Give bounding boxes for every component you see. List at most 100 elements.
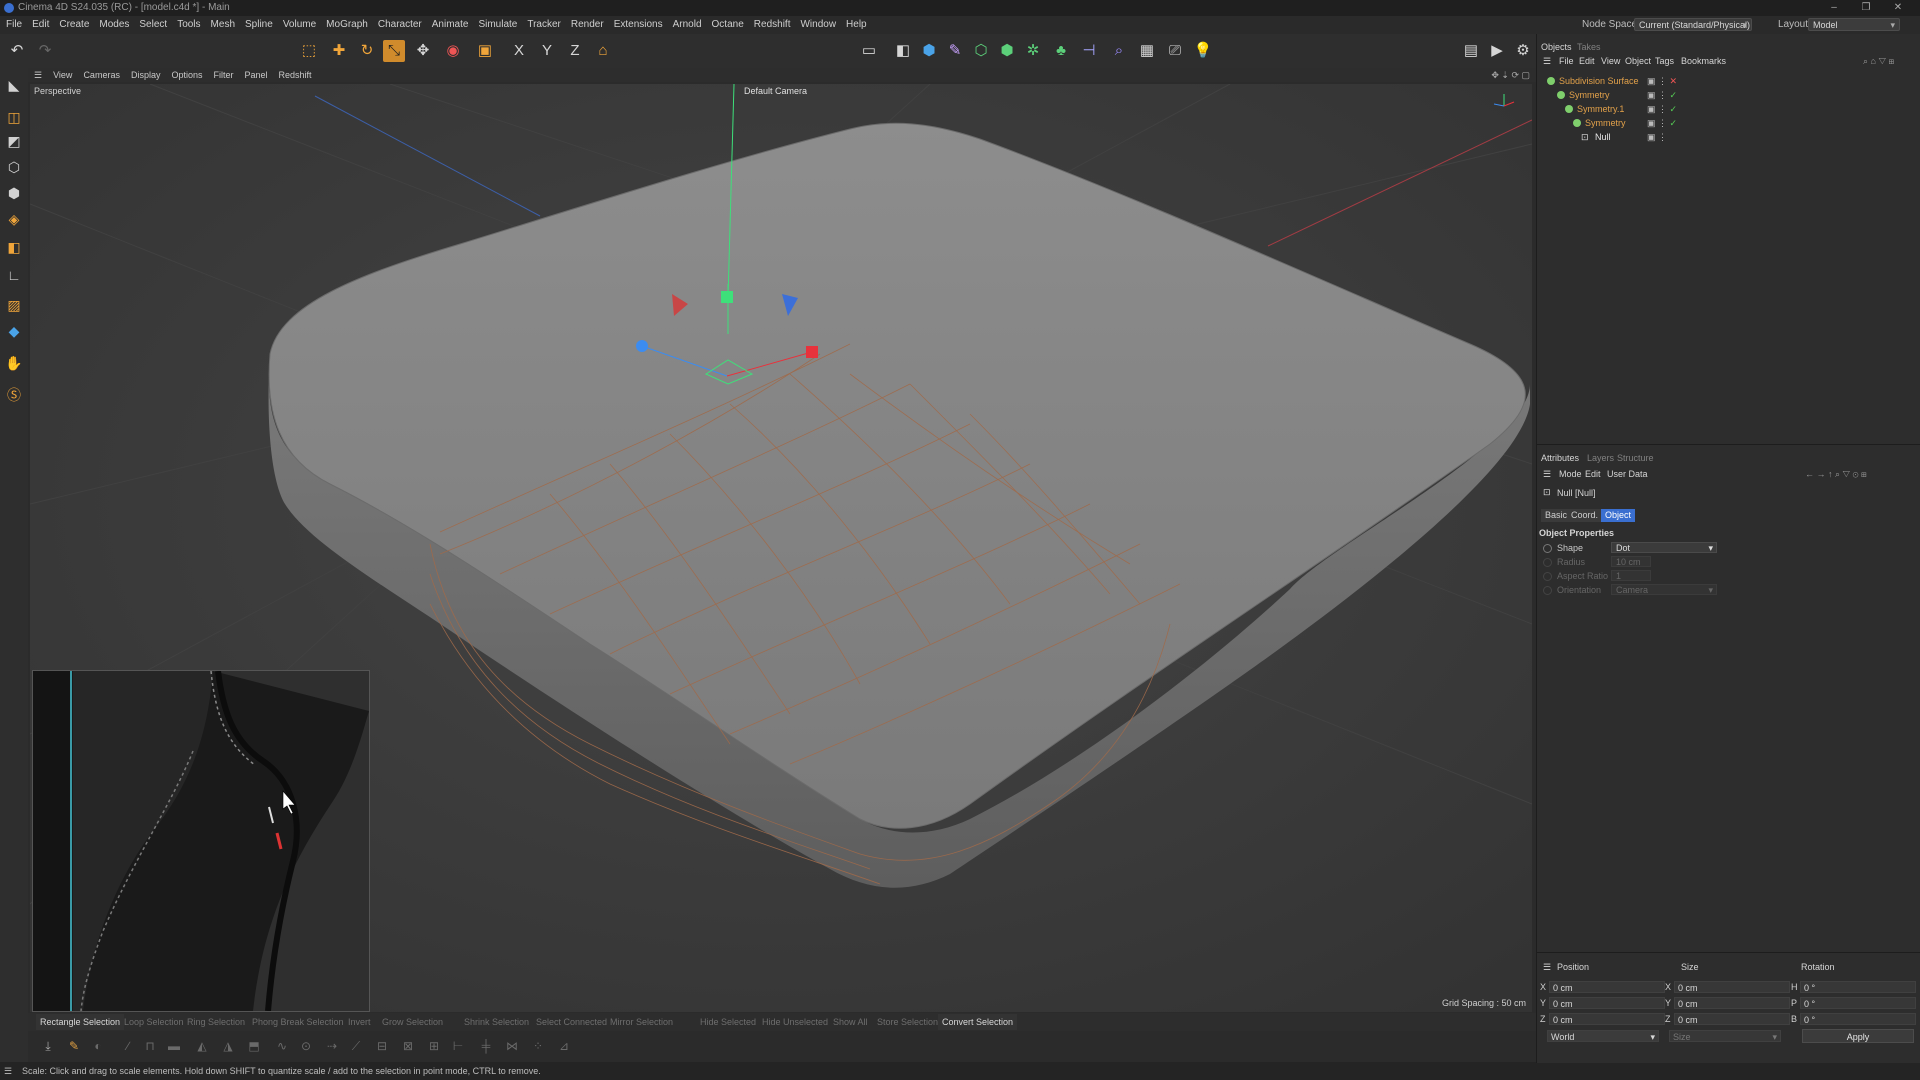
model-mode-icon[interactable]: ▣ xyxy=(474,40,496,62)
store-selection-button[interactable]: Store Selection xyxy=(873,1014,942,1030)
menu-octane[interactable]: Octane xyxy=(712,16,744,34)
object-name[interactable]: Null xyxy=(1595,130,1611,144)
attributes-menu-edit[interactable]: Edit xyxy=(1585,469,1601,479)
tool-bevel-icon[interactable]: ◭ xyxy=(192,1036,212,1056)
viewport-hamburger-icon[interactable]: ☰ xyxy=(34,68,42,82)
cube-icon[interactable]: ⬢ xyxy=(918,40,940,62)
menu-file[interactable]: File xyxy=(6,16,22,34)
rotate-icon[interactable]: ↻ xyxy=(356,40,378,62)
attributes-menu-user-data[interactable]: User Data xyxy=(1607,469,1648,479)
rectangle-selection-button[interactable]: Rectangle Selection xyxy=(36,1014,125,1030)
convert-selection-button[interactable]: Convert Selection xyxy=(938,1014,1018,1030)
select-connected-button[interactable]: Select Connected xyxy=(532,1014,611,1030)
objects-menu-file[interactable]: File xyxy=(1559,56,1574,66)
tool-knife-icon[interactable]: ∕ xyxy=(118,1036,138,1056)
move-icon[interactable]: ✚ xyxy=(328,40,350,62)
size-mode-dropdown[interactable]: Size ▾ xyxy=(1669,1030,1781,1042)
subdivision-icon[interactable]: ⬡ xyxy=(970,40,992,62)
tab-structure[interactable]: Structure xyxy=(1617,453,1654,463)
coords-hamburger-icon[interactable]: ☰ xyxy=(1543,962,1551,973)
objects-toolbar-icons[interactable]: ⌕ ⌂ ▽ ⊞ xyxy=(1863,56,1894,67)
redo-icon[interactable]: ↷ xyxy=(34,40,56,62)
objects-menu-view[interactable]: View xyxy=(1601,56,1620,66)
x-axis-lock-icon[interactable]: X xyxy=(508,40,530,62)
z-axis-lock-icon[interactable]: Z xyxy=(564,40,586,62)
render-view-icon[interactable]: ▶ xyxy=(1486,40,1508,62)
object-name[interactable]: Symmetry.1 xyxy=(1577,102,1624,116)
disabled-x-icon[interactable]: ✕ xyxy=(1670,76,1678,86)
tool-subdivide-icon[interactable]: ⋈ xyxy=(502,1036,522,1056)
tool-extrude-icon[interactable]: ▬ xyxy=(164,1036,184,1056)
menu-modes[interactable]: Modes xyxy=(99,16,129,34)
attributes-nav-icons[interactable]: ← → ↑ ⌕ ▽ ⊙ ⊞ xyxy=(1805,469,1867,480)
pen-spline-icon[interactable]: ✎ xyxy=(944,40,966,62)
tool-select-icon[interactable]: ⤓ xyxy=(38,1036,58,1056)
tab-attributes[interactable]: Attributes xyxy=(1541,453,1579,463)
camera-object-icon[interactable]: ⎚ xyxy=(1164,40,1186,62)
viewport-menu-redshift[interactable]: Redshift xyxy=(279,68,312,82)
viewport-menu-options[interactable]: Options xyxy=(171,68,202,82)
object-row-symmetry-nested[interactable]: Symmetry ▣ ⋮ ✓ xyxy=(1539,116,1919,130)
objects-hamburger-icon[interactable]: ☰ xyxy=(1543,56,1551,67)
render-gear-icon[interactable]: ⚙ xyxy=(1512,40,1534,62)
objects-menu-edit[interactable]: Edit xyxy=(1579,56,1595,66)
tool-smooth-icon[interactable]: ∿ xyxy=(272,1036,292,1056)
brush-icon[interactable]: ✋ xyxy=(3,352,25,374)
layout-dropdown[interactable]: Model ▾ xyxy=(1808,18,1900,31)
tool-inset-icon[interactable]: ◮ xyxy=(218,1036,238,1056)
viewport-3d[interactable]: Perspective Default Camera Grid Spacing … xyxy=(30,84,1532,1012)
rot-h-field[interactable]: 0 ° xyxy=(1800,981,1916,993)
menu-simulate[interactable]: Simulate xyxy=(478,16,517,34)
tool-brush-icon[interactable]: ✎ xyxy=(64,1036,84,1056)
menu-volume[interactable]: Volume xyxy=(283,16,316,34)
axis-mode-icon[interactable]: ∟ xyxy=(3,264,25,286)
viewport-projection-label[interactable]: Perspective xyxy=(34,86,81,96)
pos-y-field[interactable]: 0 cm xyxy=(1549,997,1665,1009)
tool-matrix-icon[interactable]: ⬒ xyxy=(244,1036,264,1056)
camera-icon[interactable]: ◧ xyxy=(892,40,914,62)
grow-selection-button[interactable]: Grow Selection xyxy=(378,1014,447,1030)
restore-icon[interactable]: ❐ xyxy=(1852,0,1880,16)
deformer-icon[interactable]: ⊣ xyxy=(1078,40,1100,62)
close-icon[interactable]: ✕ xyxy=(1884,0,1912,16)
render-settings-icon[interactable]: ▤ xyxy=(1460,40,1482,62)
ring-selection-button[interactable]: Ring Selection xyxy=(183,1014,249,1030)
solo-icon[interactable]: Ⓢ xyxy=(3,384,25,406)
menu-redshift[interactable]: Redshift xyxy=(754,16,791,34)
size-x-field[interactable]: 0 cm xyxy=(1674,981,1790,993)
apply-button[interactable]: Apply xyxy=(1802,1029,1914,1043)
size-z-field[interactable]: 0 cm xyxy=(1674,1013,1790,1025)
tool-align-icon[interactable]: ⊢ xyxy=(448,1036,468,1056)
menu-window[interactable]: Window xyxy=(800,16,836,34)
pos-z-field[interactable]: 0 cm xyxy=(1549,1013,1665,1025)
objects-menu-tags[interactable]: Tags xyxy=(1655,56,1674,66)
menu-arnold[interactable]: Arnold xyxy=(673,16,702,34)
viewport-menu-view[interactable]: View xyxy=(53,68,72,82)
object-row-symmetry-1[interactable]: Symmetry.1 ▣ ⋮ ✓ xyxy=(1539,102,1919,116)
select-mode-icon[interactable]: ◣ xyxy=(3,74,25,96)
visibility-toggle-icon[interactable]: ▣ ⋮ ✓ xyxy=(1647,116,1677,130)
object-name[interactable]: Symmetry xyxy=(1569,88,1610,102)
tab-objects[interactable]: Objects xyxy=(1541,42,1572,52)
object-row-subdivision-surface[interactable]: Subdivision Surface ▣ ⋮ ✕ xyxy=(1539,74,1919,88)
enabled-check-icon[interactable]: ✓ xyxy=(1670,104,1678,114)
hide-unselected-button[interactable]: Hide Unselected xyxy=(758,1014,832,1030)
menu-character[interactable]: Character xyxy=(378,16,422,34)
mograph-icon[interactable]: ♣ xyxy=(1050,40,1072,62)
points-mode-icon[interactable]: ⬡ xyxy=(3,156,25,178)
workplane-icon[interactable]: ◆ xyxy=(3,320,25,342)
visibility-toggle-icon[interactable]: ▣ ⋮ ✓ xyxy=(1647,102,1677,116)
attributes-hamburger-icon[interactable]: ☰ xyxy=(1543,469,1551,480)
undo-icon[interactable]: ↶ xyxy=(6,40,28,62)
tool-slide-icon[interactable]: ⇢ xyxy=(322,1036,342,1056)
tool-dissolve-icon[interactable]: ⊟ xyxy=(372,1036,392,1056)
tab-layers[interactable]: Layers xyxy=(1587,453,1614,463)
y-axis-lock-icon[interactable]: Y xyxy=(536,40,558,62)
menu-select[interactable]: Select xyxy=(139,16,167,34)
enabled-check-icon[interactable]: ✓ xyxy=(1670,118,1678,128)
tool-magnet-icon[interactable]: ◐ xyxy=(88,1036,108,1056)
menu-edit[interactable]: Edit xyxy=(32,16,49,34)
tool-bridge-icon[interactable]: ⊓ xyxy=(140,1036,160,1056)
extrude-icon[interactable]: ⬢ xyxy=(996,40,1018,62)
menu-mesh[interactable]: Mesh xyxy=(211,16,235,34)
